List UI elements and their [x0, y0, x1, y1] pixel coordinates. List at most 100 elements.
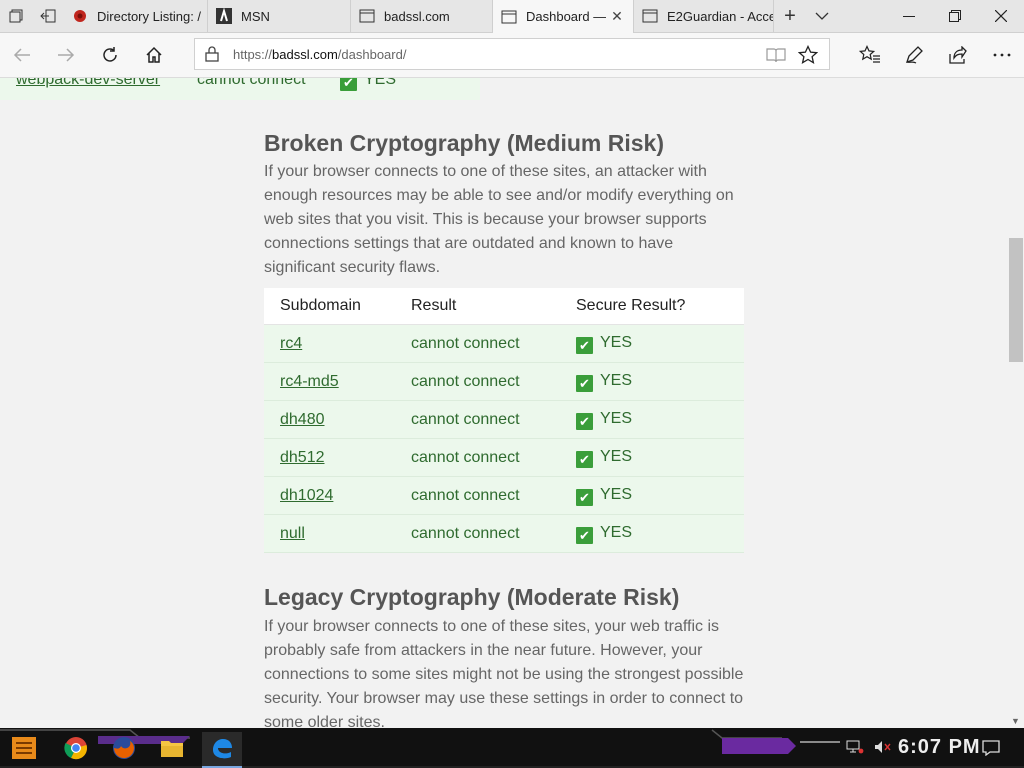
web-note-pen-icon[interactable] [898, 39, 930, 71]
tab-e2guardian[interactable]: E2Guardian - Acce [634, 0, 774, 32]
subdomain-link[interactable]: dh512 [280, 449, 325, 466]
yes-label: YES [600, 409, 633, 427]
tab-badssl[interactable]: badssl.com [351, 0, 493, 32]
tab-label: badssl.com [384, 8, 450, 24]
tab-msn[interactable]: MSN [208, 0, 351, 32]
subdomain-link[interactable]: rc4-md5 [280, 373, 339, 390]
tab-manager-icon[interactable] [0, 0, 32, 32]
subdomain-link[interactable]: webpack-dev-server [16, 78, 160, 89]
broken-crypto-section: Broken Cryptography (Medium Risk) [264, 130, 744, 157]
broken-crypto-description: If your browser connects to one of these… [264, 160, 744, 280]
close-tab-icon[interactable]: ✕ [609, 8, 625, 24]
table-row: rc4 cannot connect ✔ YES [264, 324, 744, 363]
network-icon[interactable] [846, 740, 864, 757]
checkmark-icon: ✔ [576, 412, 593, 430]
refresh-icon[interactable] [94, 39, 126, 71]
subdomain-link[interactable]: dh1024 [280, 487, 333, 504]
restore-icon[interactable] [932, 0, 978, 32]
table-row: null cannot connect ✔ YES [264, 514, 744, 553]
msn-icon [216, 8, 232, 24]
close-window-icon[interactable] [978, 0, 1024, 32]
edge-icon[interactable] [202, 732, 242, 768]
subdomain-link[interactable]: dh480 [280, 411, 325, 428]
checkmark-icon: ✔ [340, 78, 357, 91]
page-viewport: webpack-dev-server cannot connect ✔ YES B… [0, 78, 1008, 728]
scroll-down-arrow-icon[interactable]: ▼ [1011, 716, 1020, 726]
section-description: If your browser connects to one of these… [264, 163, 734, 276]
table-row: rc4-md5 cannot connect ✔ YES [264, 362, 744, 401]
yes-label: YES [364, 78, 397, 88]
result-text: cannot connect [395, 400, 560, 439]
yes-label: YES [600, 371, 633, 389]
checkmark-icon: ✔ [576, 336, 593, 354]
yes-label: YES [600, 447, 633, 465]
favorites-hub-icon[interactable] [854, 39, 886, 71]
result-text: cannot connect [395, 514, 560, 553]
red-bug-icon [72, 8, 88, 24]
subdomain-link[interactable]: null [280, 525, 305, 542]
new-tab-icon[interactable]: + [774, 0, 806, 32]
file-explorer-icon[interactable] [152, 732, 192, 764]
result-text: cannot connect [197, 78, 306, 88]
tab-strip: Directory Listing: / MSN badssl.com Dash… [0, 0, 1024, 33]
tab-directory-listing[interactable]: Directory Listing: / [64, 0, 208, 32]
reading-view-icon[interactable] [763, 42, 789, 68]
tab-label: Directory Listing: / [97, 8, 202, 24]
tab-preview-chevron-icon[interactable] [806, 0, 838, 32]
section-heading: Legacy Cryptography (Moderate Risk) [264, 584, 680, 610]
address-bar[interactable]: https://badssl.com/dashboard/ [194, 38, 830, 70]
home-icon[interactable] [138, 39, 170, 71]
system-tray [846, 728, 892, 768]
taskbar-clock[interactable]: 6:07 PM [898, 736, 981, 759]
legacy-crypto-section: Legacy Cryptography (Moderate Risk) [264, 584, 744, 611]
page-icon [642, 8, 658, 24]
page-icon [359, 8, 375, 24]
result-text: cannot connect [395, 362, 560, 401]
result-text: cannot connect [395, 476, 560, 515]
yes-label: YES [600, 485, 633, 503]
subdomain-link[interactable]: rc4 [280, 335, 302, 352]
start-button-icon[interactable] [4, 732, 44, 764]
url-path: /dashboard/ [337, 47, 407, 62]
secure-result: ✔ YES [560, 400, 744, 439]
minimize-icon[interactable] [886, 0, 932, 32]
action-center-icon[interactable] [982, 728, 1000, 768]
secure-result: ✔ YES [560, 324, 744, 363]
checkmark-icon: ✔ [576, 526, 593, 544]
yes-label: YES [600, 523, 633, 541]
tab-dashboard[interactable]: Dashboard — ✕ [493, 0, 634, 33]
url-text[interactable]: https://badssl.com/dashboard/ [233, 47, 406, 62]
previous-table-row: webpack-dev-server cannot connect ✔ YES [0, 78, 480, 100]
scrollbar-thumb[interactable] [1009, 238, 1023, 362]
yes-label: YES [600, 333, 633, 351]
results-table: Subdomain Result Secure Result? rc4 cann… [264, 288, 744, 553]
set-tabs-aside-icon[interactable] [32, 0, 64, 32]
volume-muted-icon[interactable] [874, 740, 892, 757]
broken-crypto-table-wrap: Subdomain Result Secure Result? rc4 cann… [264, 288, 744, 553]
checkmark-icon: ✔ [576, 450, 593, 468]
lock-icon[interactable] [205, 46, 221, 62]
tab-label: MSN [241, 8, 270, 24]
favorite-star-icon[interactable] [795, 42, 821, 68]
chrome-icon[interactable] [56, 732, 96, 764]
page-icon [501, 9, 517, 25]
back-arrow-icon[interactable] [6, 39, 38, 71]
url-scheme: https:// [233, 47, 273, 62]
secure-result: ✔ YES [560, 362, 744, 401]
more-options-icon[interactable] [986, 39, 1018, 71]
share-icon[interactable] [942, 39, 974, 71]
secure-result: ✔ YES [560, 476, 744, 515]
vertical-scrollbar[interactable]: ▼ [1008, 78, 1024, 728]
secure-result: ✔ YES [340, 78, 396, 91]
tab-label: E2Guardian - Acce [667, 8, 773, 24]
table-header-row: Subdomain Result Secure Result? [264, 288, 744, 325]
column-header-result: Result [395, 288, 560, 325]
legacy-crypto-description: If your browser connects to one of these… [264, 615, 744, 728]
section-description: If your browser connects to one of these… [264, 618, 744, 728]
section-heading: Broken Cryptography (Medium Risk) [264, 130, 664, 156]
table-row: dh1024 cannot connect ✔ YES [264, 476, 744, 515]
url-host: badssl.com [272, 47, 338, 62]
forward-arrow-icon[interactable] [50, 39, 82, 71]
table-row: dh512 cannot connect ✔ YES [264, 438, 744, 477]
firefox-icon[interactable] [104, 732, 144, 764]
